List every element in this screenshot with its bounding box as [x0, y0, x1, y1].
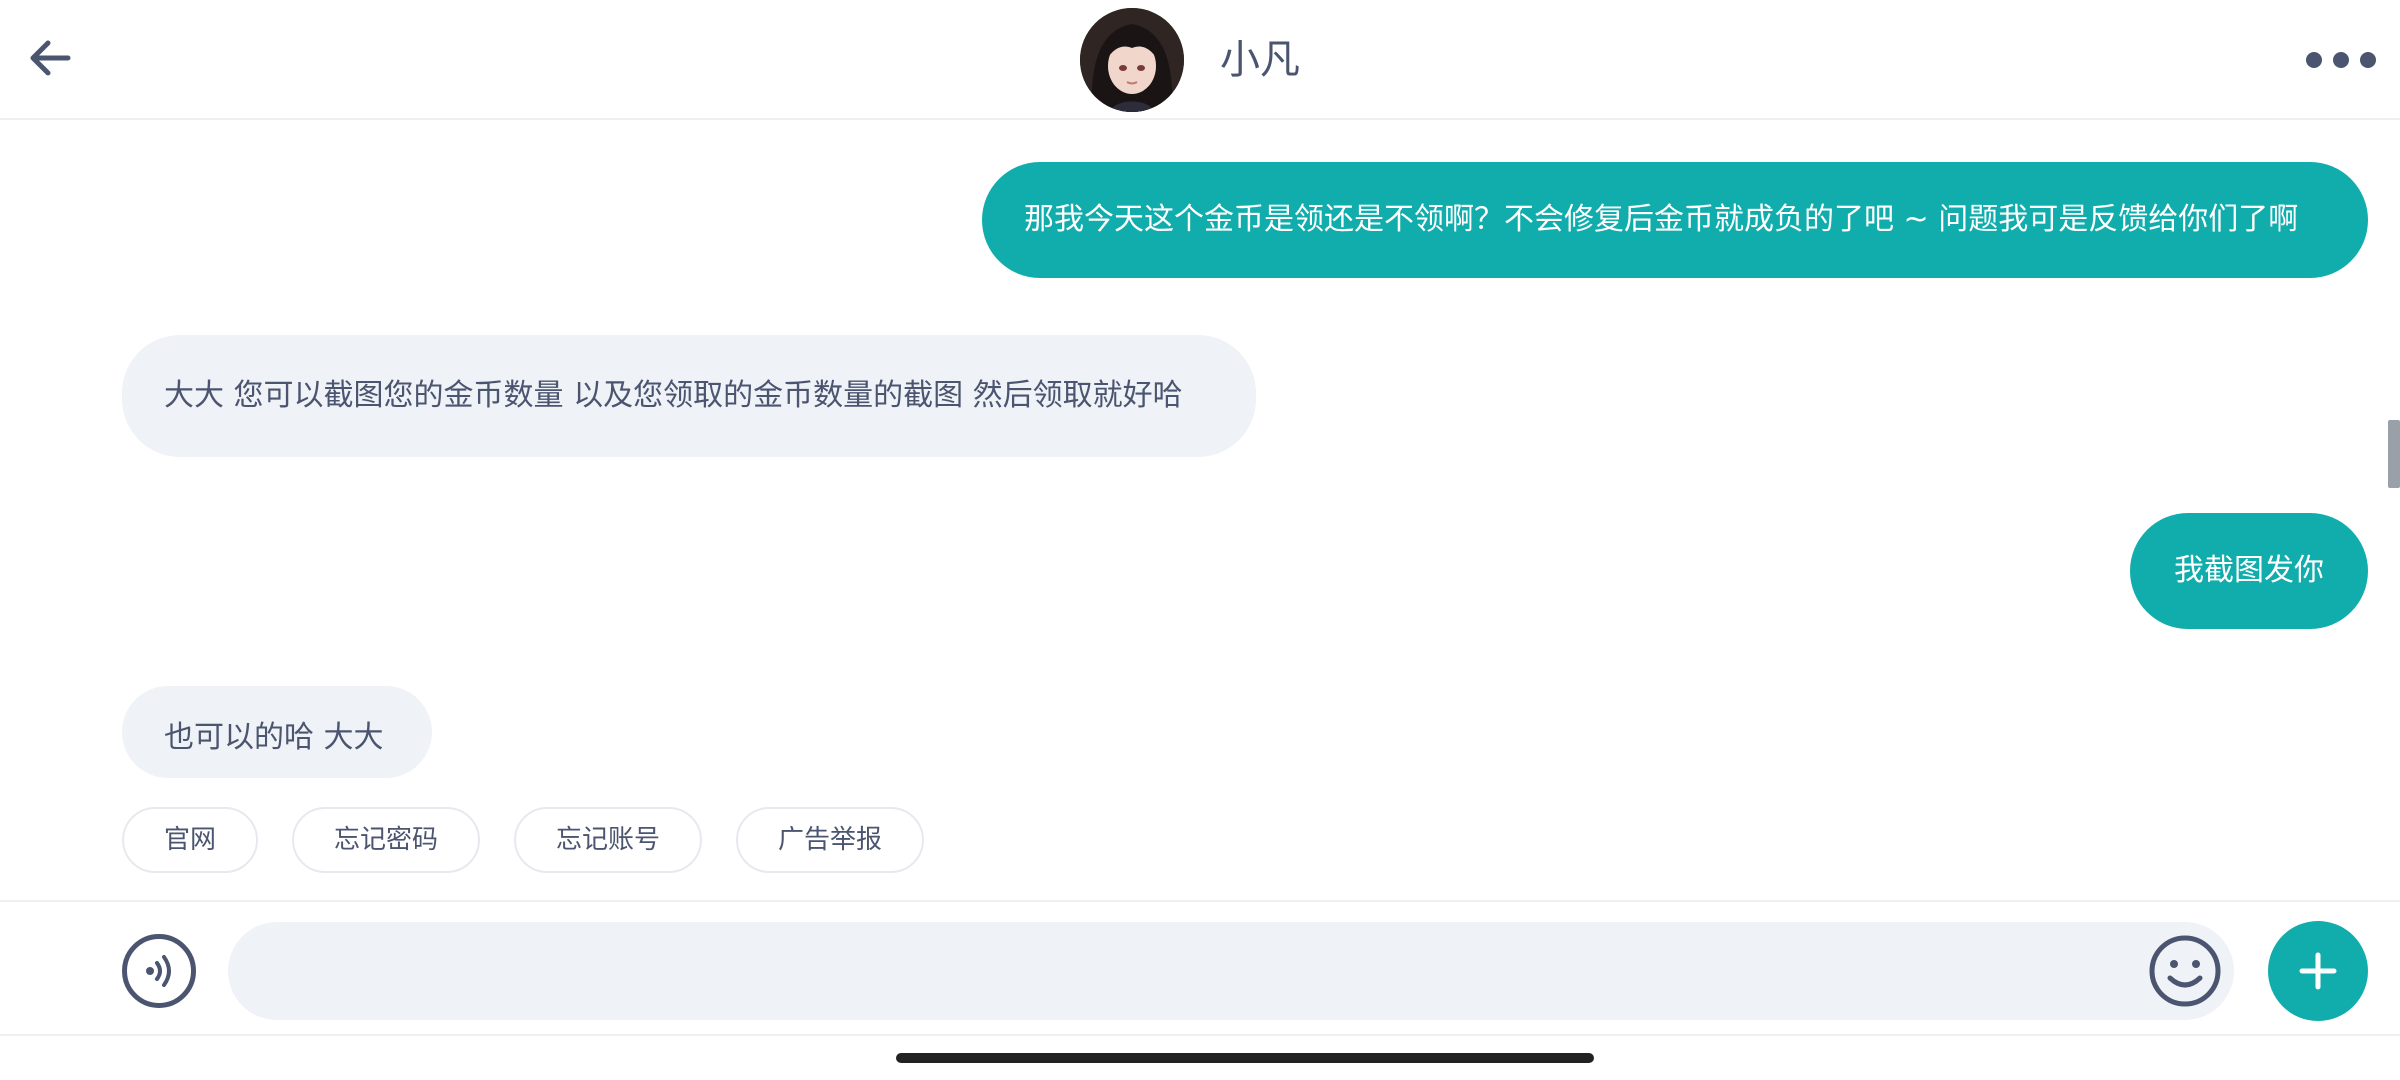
outgoing-message[interactable]: 我截图发你: [2130, 513, 2368, 629]
quick-reply-forgot-account[interactable]: 忘记账号: [514, 807, 703, 873]
home-indicator[interactable]: [896, 1053, 1594, 1063]
more-horizontal-icon: [2360, 52, 2376, 68]
contact-avatar[interactable]: [1080, 8, 1184, 112]
more-button[interactable]: [2306, 40, 2376, 80]
message-input[interactable]: [228, 922, 2234, 1020]
incoming-message[interactable]: 大大 您可以截图您的金币数量 以及您领取的金币数量的截图 然后领取就好哈: [122, 335, 1256, 457]
more-horizontal-icon: [2333, 52, 2349, 68]
avatar-image: [1080, 8, 1184, 112]
quick-reply-official-site[interactable]: 官网: [122, 807, 259, 873]
contact-name: 小凡: [1220, 37, 1300, 83]
more-horizontal-icon: [2306, 52, 2322, 68]
emoji-button[interactable]: [2148, 934, 2222, 1008]
chat-header: 小凡: [0, 0, 2400, 120]
message-text: 我截图发你: [2174, 553, 2324, 588]
incoming-message[interactable]: 也可以的哈 大大: [122, 686, 432, 778]
quick-reply-ad-report[interactable]: 广告举报: [736, 807, 925, 873]
message-text: 大大 您可以截图您的金币数量 以及您领取的金币数量的截图 然后领取就好哈: [164, 378, 1183, 413]
scrollbar-thumb[interactable]: [2388, 420, 2400, 488]
quick-reply-bar: 官网 忘记密码 忘记账号 广告举报: [122, 807, 925, 873]
quick-reply-forgot-password[interactable]: 忘记密码: [292, 807, 481, 873]
arrow-left-icon: [30, 40, 71, 76]
voice-icon: [146, 955, 171, 987]
outgoing-message[interactable]: 那我今天这个金币是领还是不领啊？不会修复后金币就成负的了吧 ~ 问题我可是反馈给…: [982, 162, 2368, 278]
voice-button[interactable]: [122, 934, 196, 1008]
emoji-smile-icon: [2149, 935, 2221, 1007]
plus-button[interactable]: [2268, 921, 2368, 1021]
message-text: 那我今天这个金币是领还是不领啊？不会修复后金币就成负的了吧 ~ 问题我可是反馈给…: [1024, 202, 2299, 237]
back-button[interactable]: [22, 30, 78, 86]
plus-icon: [2299, 952, 2337, 990]
message-text: 也可以的哈 大大: [164, 720, 384, 755]
chat-screen: 小凡 那我今天这个金币是领还是不领啊？不会修复后金币就成负的了吧 ~ 问题我可是…: [0, 0, 2400, 1080]
input-bar: [0, 900, 2400, 1036]
